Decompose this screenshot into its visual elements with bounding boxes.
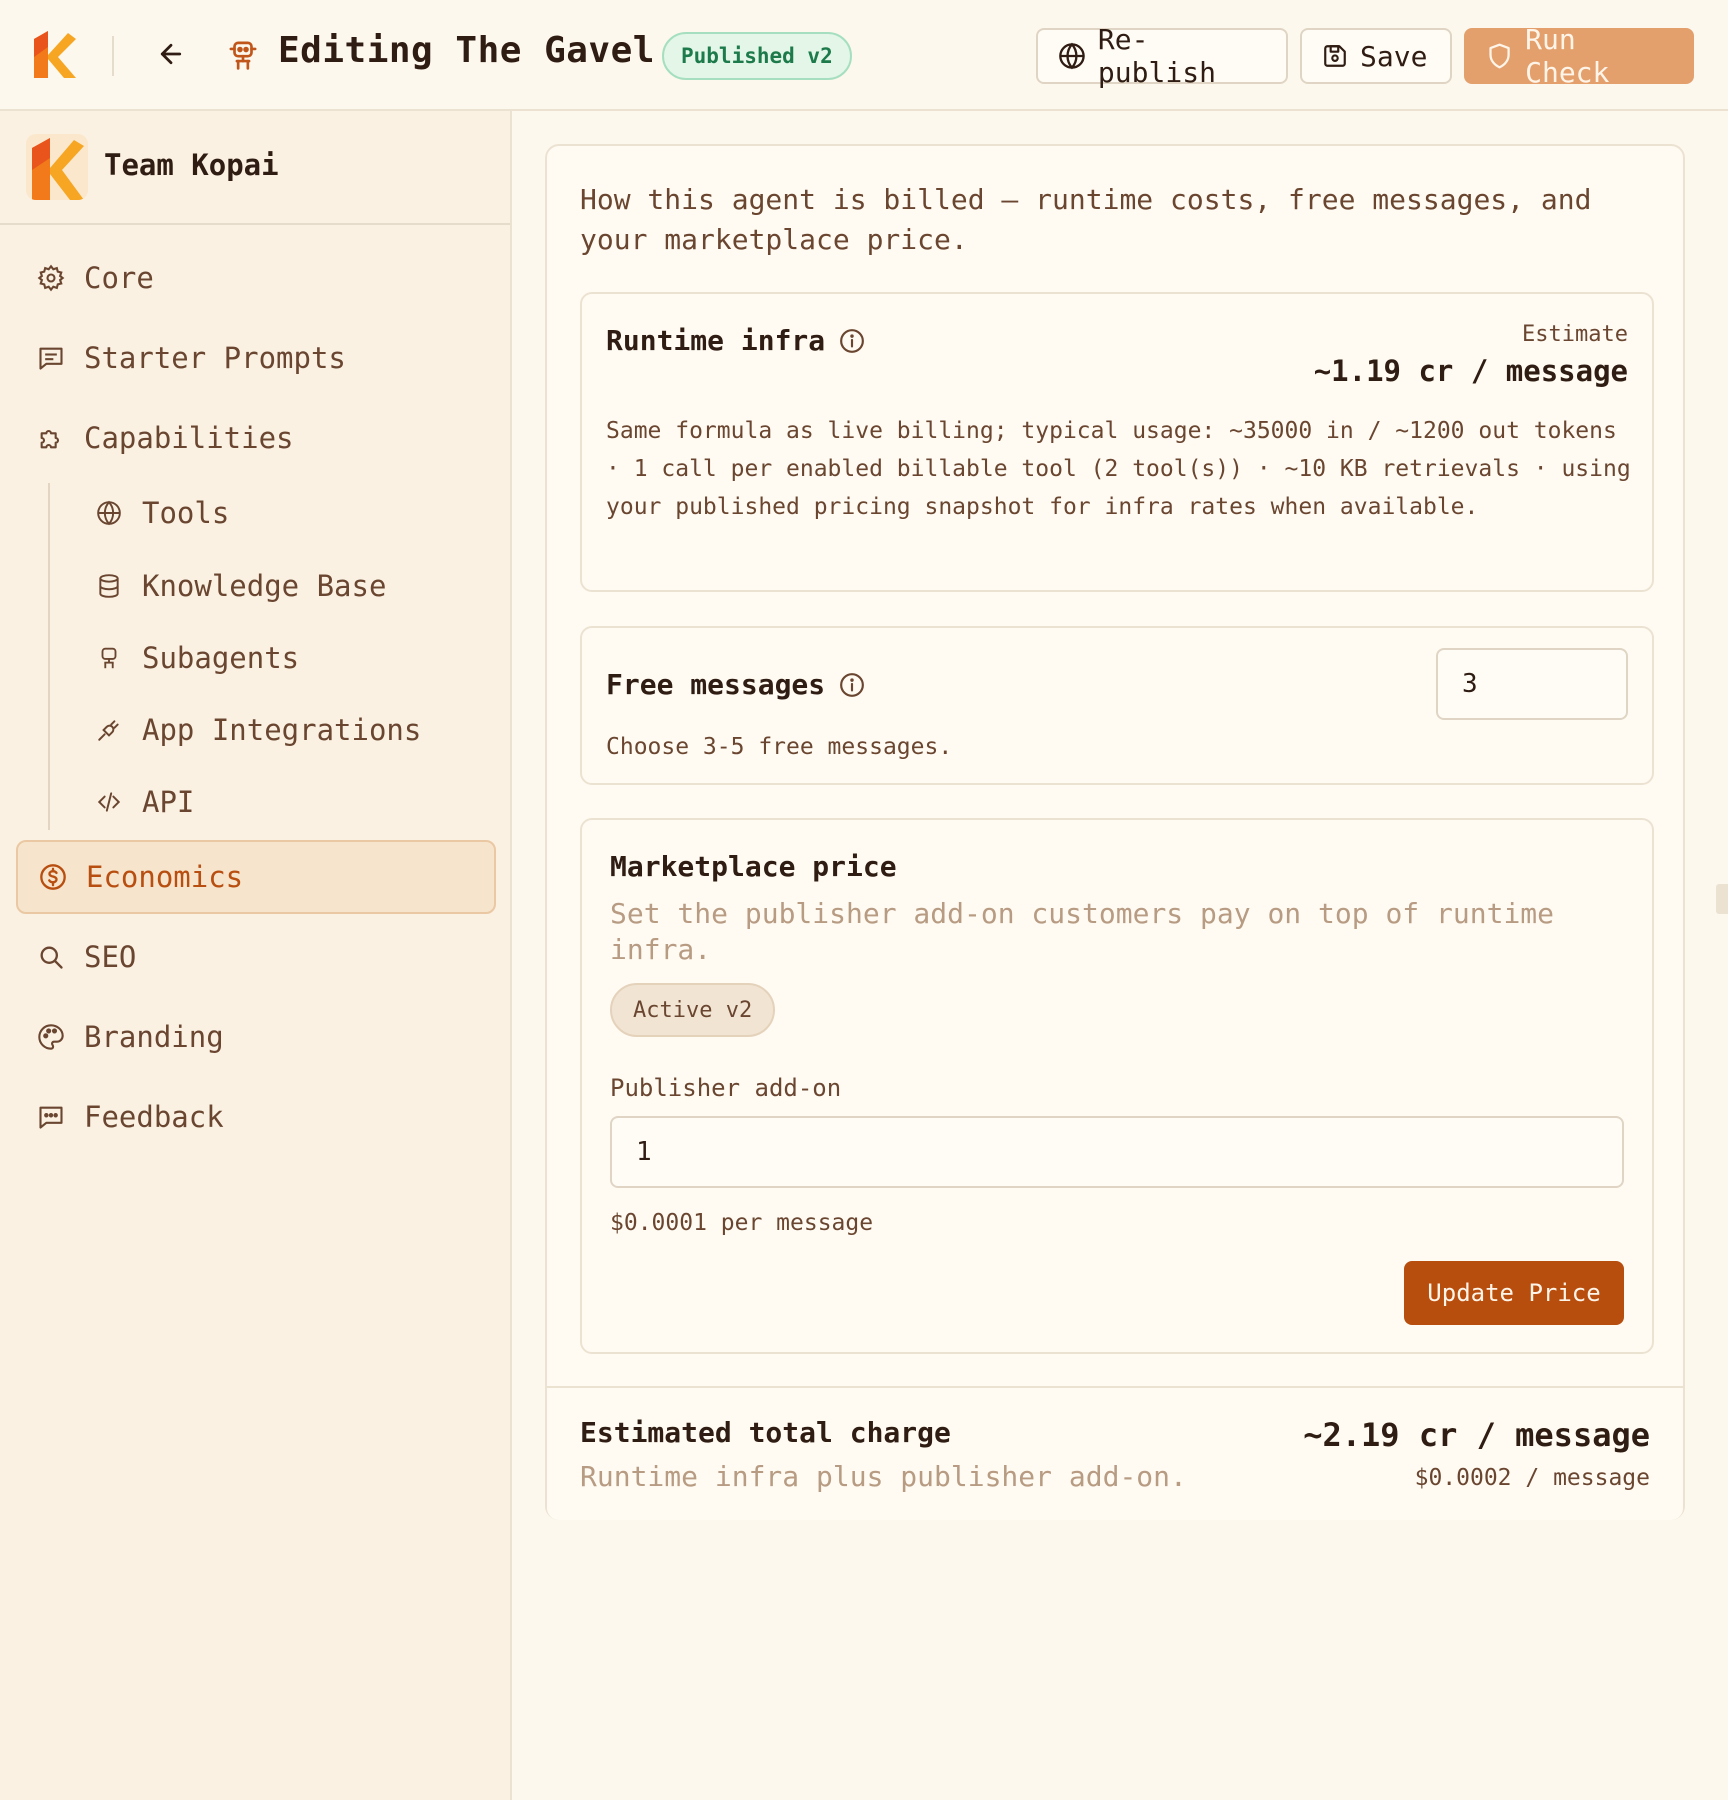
total-value: ~2.19 cr / message xyxy=(1303,1416,1650,1454)
sidebar-item-branding[interactable]: Branding xyxy=(16,1000,496,1074)
page-title: Editing The Gavel xyxy=(278,30,655,71)
estimate-value: ~1.19 cr / message xyxy=(1313,354,1628,388)
free-messages-panel: Free messages Choose 3-5 free messages. xyxy=(580,626,1654,785)
estimate-label: Estimate xyxy=(1522,322,1628,347)
sidebar-item-capabilities[interactable]: Capabilities xyxy=(16,401,496,475)
capabilities-subtree-line xyxy=(48,483,50,830)
sidebar-item-label: Tools xyxy=(142,496,230,530)
code-icon xyxy=(94,787,124,817)
globe-icon xyxy=(94,498,124,528)
gear-icon xyxy=(36,263,66,293)
sidebar-item-knowledge-base[interactable]: Knowledge Base xyxy=(72,554,496,618)
sidebar-item-economics[interactable]: Economics xyxy=(16,840,496,914)
run-check-button[interactable]: Run Check xyxy=(1464,23,1694,89)
status-badge: Published v2 xyxy=(662,32,852,80)
publisher-addon-input[interactable] xyxy=(610,1116,1624,1188)
sidebar-item-feedback[interactable]: Feedback xyxy=(16,1080,496,1154)
team-switcher[interactable]: Team Kopai xyxy=(0,111,510,225)
per-message-price: $0.0001 per message xyxy=(610,1210,874,1236)
sidebar-item-label: Capabilities xyxy=(84,421,294,455)
info-icon[interactable] xyxy=(839,672,865,698)
run-check-label: Run Check xyxy=(1525,23,1610,89)
sidebar-item-label: SEO xyxy=(84,940,137,974)
estimated-total-bar: Estimated total charge Runtime infra plu… xyxy=(547,1386,1683,1520)
info-icon[interactable] xyxy=(839,328,865,354)
team-name: Team Kopai xyxy=(104,148,279,182)
sidebar-item-label: API xyxy=(142,785,195,819)
publisher-addon-label: Publisher add-on xyxy=(610,1074,842,1102)
marketplace-price-title: Marketplace price xyxy=(610,850,897,883)
total-title: Estimated total charge xyxy=(580,1416,951,1449)
sidebar-item-starter-prompts[interactable]: Starter Prompts xyxy=(16,321,496,395)
sidebar-item-label: Subagents xyxy=(142,641,300,675)
palette-icon xyxy=(36,1022,66,1052)
total-subtitle: Runtime infra plus publisher add-on. xyxy=(580,1460,1187,1493)
sidebar-item-core[interactable]: Core xyxy=(16,241,496,315)
republish-label: Re-publish xyxy=(1097,23,1216,89)
team-avatar xyxy=(26,134,88,200)
sidebar-item-label: Starter Prompts xyxy=(84,341,346,375)
shield-icon xyxy=(1489,43,1510,69)
active-version-pill: Active v2 xyxy=(610,983,776,1037)
resize-handle[interactable] xyxy=(1716,884,1728,914)
search-icon xyxy=(36,942,66,972)
sidebar-item-tools[interactable]: Tools xyxy=(72,481,496,545)
free-messages-hint: Choose 3-5 free messages. xyxy=(606,734,953,760)
runtime-description: Same formula as live billing; typical us… xyxy=(606,418,1631,520)
message-square-icon xyxy=(36,343,66,373)
sidebar-item-label: Knowledge Base xyxy=(142,569,387,603)
puzzle-icon xyxy=(36,423,66,453)
total-usd: $0.0002 / message xyxy=(1414,1465,1650,1491)
save-icon xyxy=(1324,45,1346,67)
dollar-circle-icon xyxy=(38,862,68,892)
sidebar-item-label: App Integrations xyxy=(142,713,422,747)
robot-icon xyxy=(94,643,124,673)
economics-card: How this agent is billed — runtime costs… xyxy=(545,144,1685,1520)
back-button[interactable] xyxy=(153,36,189,72)
sidebar-item-label: Feedback xyxy=(84,1100,224,1134)
sidebar: Team Kopai Core Starter Prompts Capabili… xyxy=(0,111,512,1800)
globe-icon xyxy=(1059,42,1085,70)
robot-icon xyxy=(229,41,257,70)
free-messages-input[interactable] xyxy=(1436,648,1628,720)
update-price-button[interactable]: Update Price xyxy=(1404,1261,1624,1325)
header-divider xyxy=(112,36,114,76)
plug-icon xyxy=(94,715,124,745)
runtime-infra-panel: Runtime infra Estimate ~1.19 cr / messag… xyxy=(580,292,1654,592)
message-dots-icon xyxy=(36,1102,66,1132)
top-bar: Editing The Gavel Published v2 Re-publis… xyxy=(0,0,1728,111)
arrow-left-icon xyxy=(160,43,182,65)
runtime-infra-title: Runtime infra xyxy=(606,324,865,357)
sidebar-item-api[interactable]: API xyxy=(72,770,496,834)
sidebar-item-label: Core xyxy=(84,261,154,295)
database-icon xyxy=(94,571,124,601)
marketplace-price-subtitle: Set the publisher add-on customers pay o… xyxy=(610,897,1555,966)
sidebar-item-label: Branding xyxy=(84,1020,224,1054)
free-messages-title: Free messages xyxy=(606,668,865,701)
sidebar-item-label: Economics xyxy=(86,860,244,894)
economics-intro: How this agent is billed — runtime costs… xyxy=(580,183,1592,256)
sidebar-item-seo[interactable]: SEO xyxy=(16,920,496,994)
kopai-logo xyxy=(34,31,76,78)
sidebar-item-app-integrations[interactable]: App Integrations xyxy=(72,698,496,762)
save-label: Save xyxy=(1360,39,1428,73)
marketplace-price-panel: Marketplace price Set the publisher add-… xyxy=(580,818,1654,1354)
save-button[interactable]: Save xyxy=(1300,28,1452,84)
sidebar-item-subagents[interactable]: Subagents xyxy=(72,626,496,690)
republish-button[interactable]: Re-publish xyxy=(1036,23,1288,89)
